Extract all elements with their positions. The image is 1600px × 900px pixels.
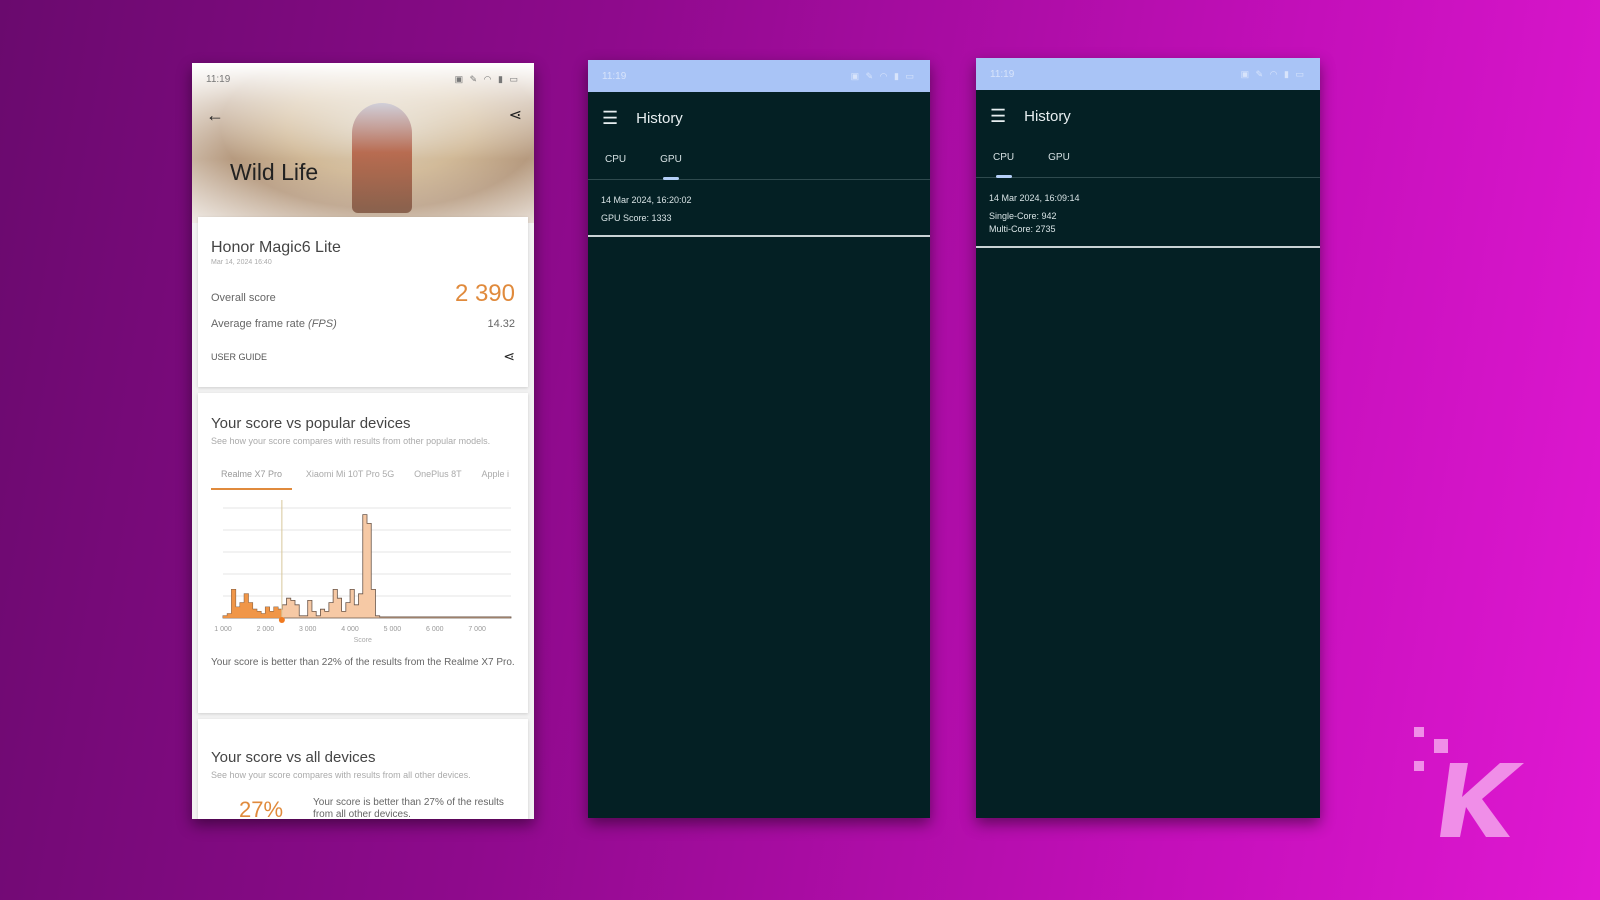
status-icons: ▣ ✎ ◠ ▮ ▭	[1240, 68, 1306, 79]
result-date: Mar 14, 2024 16:40	[211, 259, 272, 266]
tab-apple[interactable]: Apple i	[475, 469, 515, 490]
all-devices-card: Your score vs all devices See how your s…	[198, 719, 528, 819]
tab-xiaomi-mi-10t-pro[interactable]: Xiaomi Mi 10T Pro 5G	[300, 469, 400, 490]
phone-history-gpu: 11:19 ▣ ✎ ◠ ▮ ▭ ☰ History CPU GPU 14 Mar 20…	[588, 60, 930, 818]
x-axis-label: Score	[354, 637, 372, 644]
x-tick-label: 6 000	[426, 626, 444, 633]
x-tick-label: 2 000	[257, 626, 275, 633]
status-bar: 11:19 ▣ ✎ ◠ ▮ ▭	[588, 60, 930, 92]
overall-score-label: Overall score	[211, 292, 276, 304]
overall-score-value: 2 390	[454, 280, 515, 307]
entry-date: 14 Mar 2024, 16:09:14	[989, 193, 1080, 203]
tab-oneplus-8t[interactable]: OnePlus 8T	[408, 469, 468, 490]
percentile-value: 27%	[239, 797, 284, 819]
status-time: 11:19	[990, 68, 1015, 80]
score-distribution-chart: 1 000 2 000 3 000 4 000 5 000 6 000 7 000 Score	[214, 500, 512, 644]
phone-history-cpu: 11:19 ▣ ✎ ◠ ▮ ▭ ☰ History CPU GPU 14 Mar 20…	[976, 58, 1320, 818]
entry-date: 14 Mar 2024, 16:20:02	[601, 195, 692, 205]
comparison-note: Your score is better than 22% of the res…	[211, 657, 515, 668]
section-subtitle: See how your score compares with results…	[211, 436, 491, 446]
tab-gpu[interactable]: GPU	[1031, 142, 1087, 177]
hero-artwork	[352, 103, 412, 213]
benchmark-title: Wild Life	[230, 159, 319, 185]
status-bar: 11:19 ▣ ✎ ◠ ▮ ▭	[976, 58, 1320, 90]
menu-icon[interactable]: ☰	[602, 108, 618, 129]
below-score-area	[223, 589, 282, 618]
page-title: History	[1024, 107, 1071, 125]
menu-icon[interactable]: ☰	[990, 106, 1006, 127]
status-icons: ▣ ✎ ◠ ▮ ▭	[850, 70, 916, 81]
phone-3dmark-result: 11:19 ▣ ✎ ◠ ▮ ▭ ← ⋖ Wild Life Honor Magic…	[192, 63, 534, 819]
status-bar: 11:19 ▣ ✎ ◠ ▮ ▭	[192, 63, 534, 95]
your-score-marker	[278, 617, 285, 623]
share-icon[interactable]: ⋖	[509, 105, 522, 125]
x-tick-label: 4 000	[341, 626, 359, 633]
section-title: Your score vs all devices	[211, 749, 376, 766]
gpu-score: GPU Score: 1333	[601, 213, 672, 223]
page-title: History	[636, 109, 683, 127]
fps-value: 14.32	[487, 318, 515, 330]
section-subtitle: See how your score compares with results…	[211, 770, 471, 780]
tab-cpu[interactable]: CPU	[976, 142, 1031, 178]
history-entry[interactable]: 14 Mar 2024, 16:09:14 Single-Core: 942 Mul…	[976, 178, 1320, 248]
popular-devices-card: Your score vs popular devices See how yo…	[198, 393, 528, 713]
history-entry[interactable]: 14 Mar 2024, 16:20:02 GPU Score: 1333	[588, 180, 930, 237]
x-tick-label: 1 000	[214, 626, 232, 633]
device-tabs: Realme X7 Pro Xiaomi Mi 10T Pro 5G OnePl…	[211, 469, 515, 490]
x-tick-label: 5 000	[384, 626, 402, 633]
x-tick-label: 7 000	[468, 626, 486, 633]
fps-label: Average frame rate (FPS)	[211, 318, 337, 330]
multi-core-score: Multi-Core: 2735	[989, 224, 1056, 234]
single-core-score: Single-Core: 942	[989, 211, 1057, 221]
section-title: Your score vs popular devices	[211, 415, 411, 432]
tab-realme-x7-pro[interactable]: Realme X7 Pro	[211, 469, 293, 490]
share-icon[interactable]: ⋖	[503, 348, 515, 365]
brand-logo	[1414, 727, 1524, 837]
arrow-left-icon[interactable]: ←	[206, 105, 224, 126]
tab-gpu[interactable]: GPU	[643, 144, 699, 180]
status-time: 11:19	[602, 70, 627, 82]
status-icons: ▣ ✎ ◠ ▮ ▭	[454, 73, 520, 84]
x-tick-label: 3 000	[299, 626, 317, 633]
percentile-note: Your score is better than 27% of the res…	[313, 797, 504, 819]
tab-cpu[interactable]: CPU	[588, 144, 643, 179]
result-card: Honor Magic6 Lite Mar 14, 2024 16:40 Ove…	[198, 217, 528, 387]
user-guide-link[interactable]: USER GUIDE	[211, 352, 267, 362]
status-time: 11:19	[206, 73, 231, 85]
device-name: Honor Magic6 Lite	[211, 239, 341, 256]
